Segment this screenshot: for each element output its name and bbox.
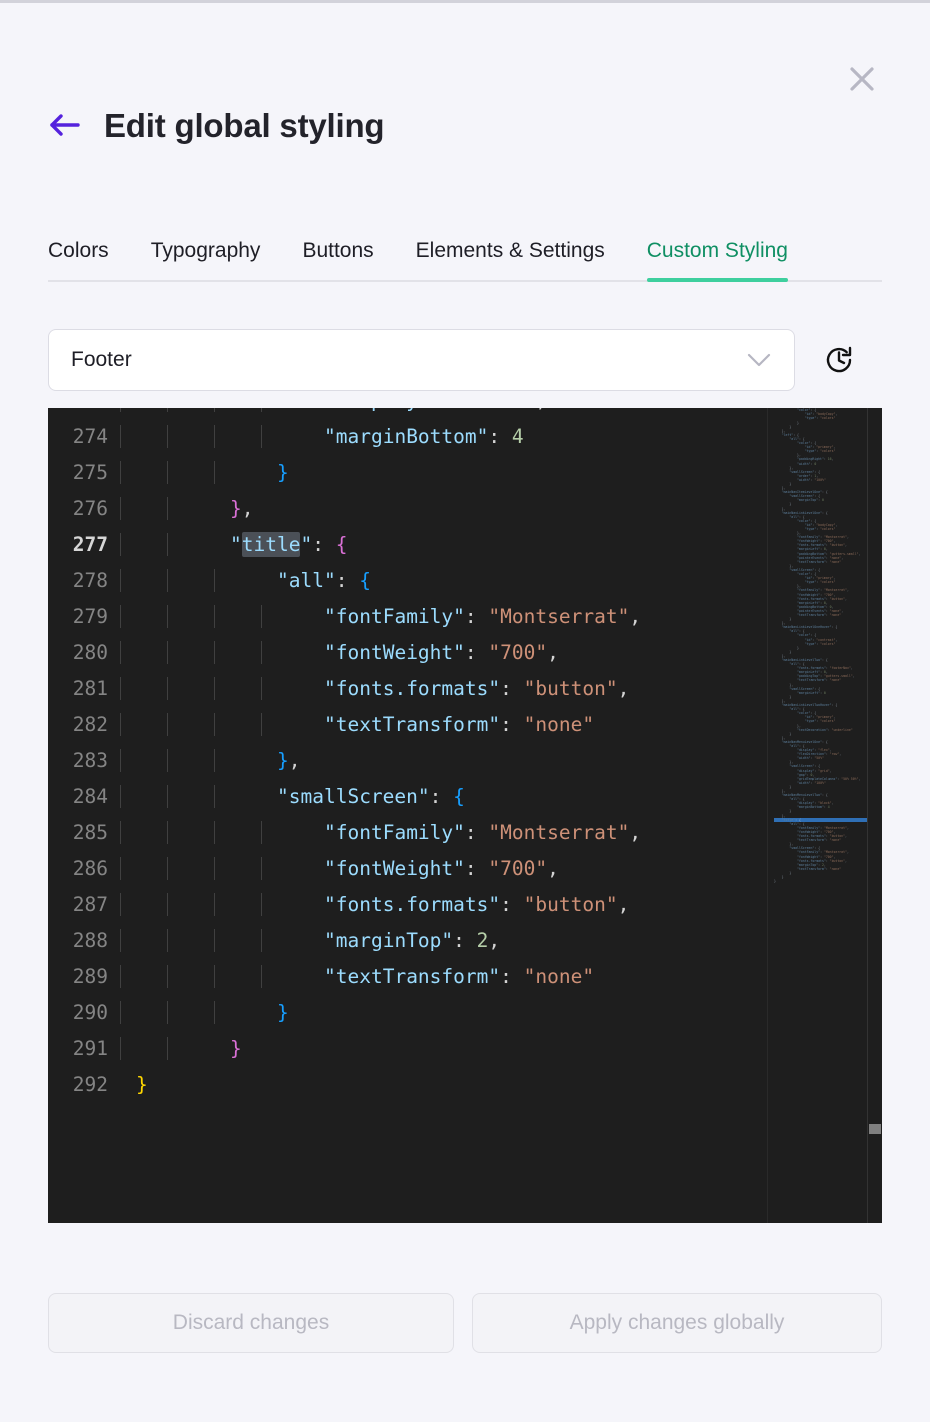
element-select-value: Footer (71, 348, 132, 371)
line-number: 290 (72, 1000, 108, 1024)
minimap-line: } (774, 879, 776, 884)
code-line: 276 }, (48, 490, 767, 526)
line-number: 288 (72, 928, 108, 952)
code-text: }, (120, 496, 767, 520)
code-line: 287 "fonts.formats": "button", (48, 886, 767, 922)
reset-history-button[interactable] (795, 329, 882, 391)
line-number: 277 (72, 532, 108, 556)
code-text: }, (120, 748, 767, 772)
line-number: 278 (72, 568, 108, 592)
code-text: "fontWeight": "700", (120, 640, 767, 664)
code-line: 273 "display": "block", (48, 408, 767, 418)
code-text: "textTransform": "none" (120, 712, 767, 736)
back-arrow-icon (50, 114, 80, 136)
line-number: 280 (72, 640, 108, 664)
code-line: 278 "all": { (48, 562, 767, 598)
page-title: Edit global styling (104, 106, 385, 144)
code-line: 283 }, (48, 742, 767, 778)
code-line: 290 } (48, 994, 767, 1030)
code-line: 280 "fontWeight": "700", (48, 634, 767, 670)
code-text: } (120, 1036, 767, 1060)
minimap-content: } "heading": { "all": { "color": { "id":… (774, 408, 868, 883)
code-lines: 273 "display": "block",274 "marginBottom… (48, 408, 767, 1102)
line-number: 283 (72, 748, 108, 772)
code-text: "display": "block", (120, 408, 767, 412)
code-line: 281 "fonts.formats": "button", (48, 670, 767, 706)
line-number: 282 (72, 712, 108, 736)
code-line: 289 "textTransform": "none" (48, 958, 767, 994)
tab-buttons[interactable]: Buttons (302, 239, 373, 280)
code-text: } (120, 1000, 767, 1024)
editor-vertical-scrollbar[interactable] (868, 408, 882, 1223)
line-number: 284 (72, 784, 108, 808)
line-number: 275 (72, 460, 108, 484)
code-text: "title": { (120, 531, 767, 557)
line-number: 286 (72, 856, 108, 880)
code-text: "all": { (120, 568, 767, 592)
code-text: "textTransform": "none" (120, 964, 767, 988)
code-line: 279 "fontFamily": "Montserrat", (48, 598, 767, 634)
indent-guides (120, 1073, 767, 1096)
apply-changes-button[interactable]: Apply changes globally (472, 1293, 882, 1353)
code-text: "fonts.formats": "button", (120, 892, 767, 916)
line-number: 287 (72, 892, 108, 916)
editor-minimap[interactable]: } "heading": { "all": { "color": { "id":… (767, 408, 868, 1223)
code-text: } (120, 1073, 767, 1096)
history-restore-icon (826, 346, 851, 373)
code-text: "fontWeight": "700", (120, 856, 767, 880)
code-area[interactable]: 273 "display": "block",274 "marginBottom… (48, 408, 767, 1223)
chevron-down-icon (746, 352, 772, 368)
code-text: } (120, 460, 767, 484)
tab-colors[interactable]: Colors (48, 239, 109, 280)
close-button[interactable] (842, 59, 882, 99)
code-line: 282 "textTransform": "none" (48, 706, 767, 742)
code-text: "fontFamily": "Montserrat", (120, 820, 767, 844)
line-number: 274 (72, 424, 108, 448)
code-text: "fonts.formats": "button", (120, 676, 767, 700)
back-button[interactable] (48, 108, 82, 142)
code-line: 291 } (48, 1030, 767, 1066)
code-line: 284 "smallScreen": { (48, 778, 767, 814)
scrollbar-thumb[interactable] (869, 1124, 881, 1134)
line-number: 281 (72, 676, 108, 700)
code-text: "marginTop": 2, (120, 928, 767, 952)
code-editor[interactable]: 273 "display": "block",274 "marginBottom… (48, 408, 882, 1223)
line-number: 279 (72, 604, 108, 628)
line-number: 276 (72, 496, 108, 520)
code-line: 288 "marginTop": 2, (48, 922, 767, 958)
code-text: "smallScreen": { (120, 784, 767, 808)
code-line: 285 "fontFamily": "Montserrat", (48, 814, 767, 850)
tab-typography[interactable]: Typography (151, 239, 261, 280)
line-number: 291 (72, 1036, 108, 1060)
code-line: 292} (48, 1066, 767, 1102)
code-line: 277 "title": { (48, 526, 767, 562)
code-text: "fontFamily": "Montserrat", (120, 604, 767, 628)
code-line: 274 "marginBottom": 4 (48, 418, 767, 454)
close-icon (850, 67, 874, 91)
code-line: 275 } (48, 454, 767, 490)
page-header: Edit global styling (48, 106, 385, 144)
code-line: 286 "fontWeight": "700", (48, 850, 767, 886)
line-number: 285 (72, 820, 108, 844)
line-number: 289 (72, 964, 108, 988)
code-text: "marginBottom": 4 (120, 424, 767, 448)
tab-elements-settings[interactable]: Elements & Settings (416, 239, 605, 280)
element-select[interactable]: Footer (48, 329, 795, 391)
line-number: 292 (72, 1072, 108, 1096)
discard-changes-button[interactable]: Discard changes (48, 1293, 454, 1353)
selector-row: Footer (48, 329, 882, 391)
footer-actions: Discard changes Apply changes globally (48, 1293, 882, 1353)
tab-custom-styling[interactable]: Custom Styling (646, 239, 789, 282)
line-number: 273 (48, 408, 120, 412)
tab-bar: Colors Typography Buttons Elements & Set… (48, 239, 882, 282)
